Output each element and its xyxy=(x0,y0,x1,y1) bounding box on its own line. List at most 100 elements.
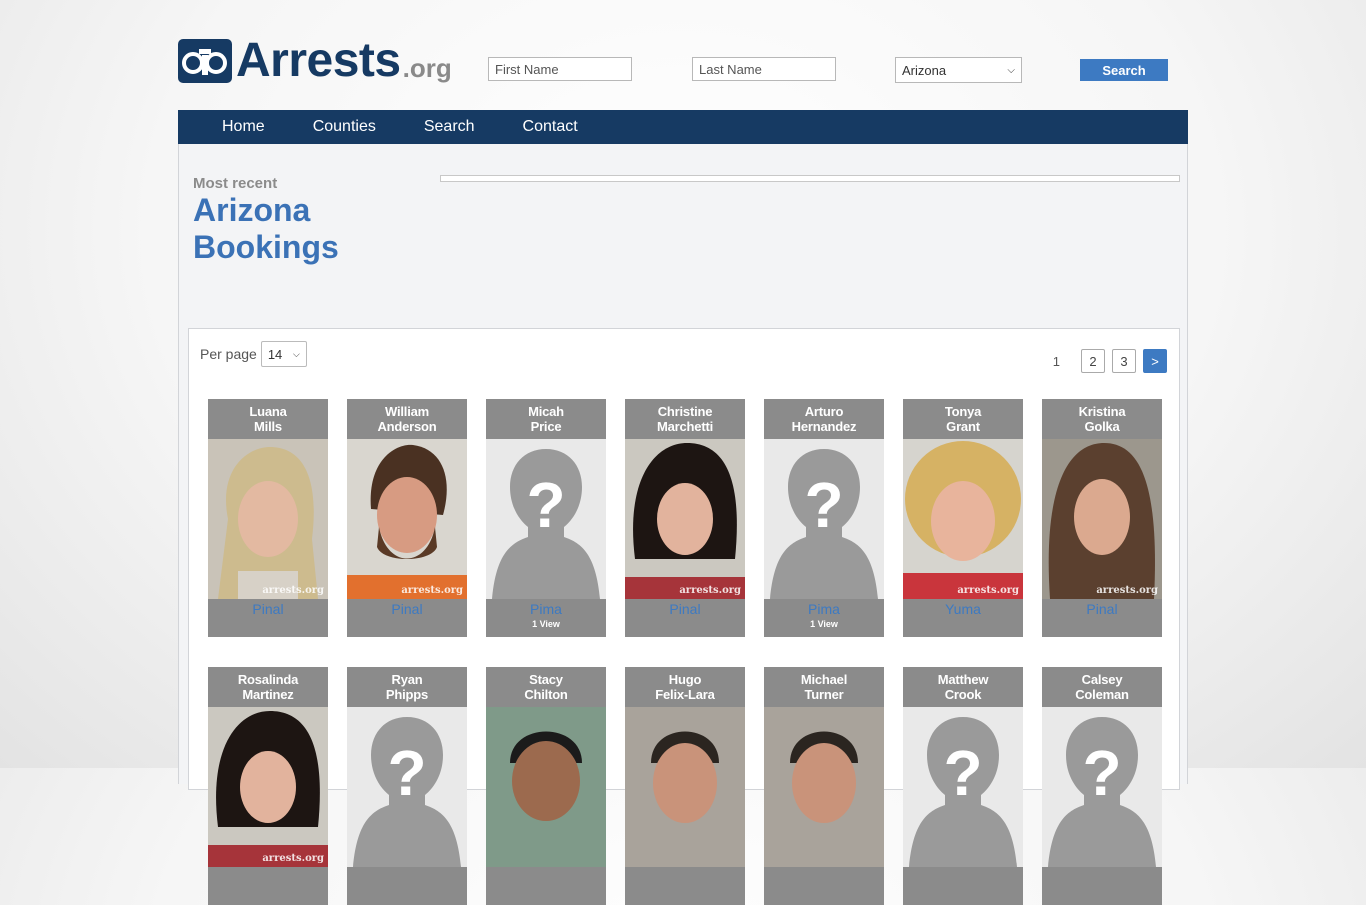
mugshot-card[interactable]: William Anderson arrests.org Pinal xyxy=(347,399,467,637)
mugshot-card[interactable]: Micah Price ? Pima 1 View xyxy=(486,399,606,637)
last-name: Martinez xyxy=(242,687,294,702)
mugshot-card[interactable]: Calsey Coleman ? xyxy=(1042,667,1162,905)
county-link[interactable]: Pinal xyxy=(625,601,745,617)
person-name[interactable]: Micah Price xyxy=(486,399,606,439)
per-page-label: Per page xyxy=(200,346,257,362)
first-name: Micah xyxy=(528,404,564,419)
page-title: Arizona Bookings xyxy=(193,192,339,265)
last-name: Coleman xyxy=(1075,687,1129,702)
nav-counties[interactable]: Counties xyxy=(289,110,400,144)
mugshot-card[interactable]: Christine Marchetti arrests.org Pinal xyxy=(625,399,745,637)
last-name: Chilton xyxy=(524,687,568,702)
nav-search[interactable]: Search xyxy=(400,110,499,144)
mugshot-card[interactable]: Luana Mills arrests.org Pinal xyxy=(208,399,328,637)
first-name: Calsey xyxy=(1081,672,1123,687)
first-name: Kristina xyxy=(1078,404,1126,419)
mugshot-card[interactable]: Kristina Golka arrests.org Pinal xyxy=(1042,399,1162,637)
person-name[interactable]: Tonya Grant xyxy=(903,399,1023,439)
nav-home[interactable]: Home xyxy=(178,110,289,144)
last-name-input[interactable] xyxy=(692,57,836,81)
view-count: 1 View xyxy=(532,619,560,629)
mugshot-photo[interactable]: arrests.org xyxy=(208,439,328,599)
per-page-select[interactable]: 14 ⌵ xyxy=(260,341,307,367)
first-name: Arturo xyxy=(804,404,844,419)
mugshot-card[interactable]: Michael Turner xyxy=(764,667,884,905)
nav-contact[interactable]: Contact xyxy=(499,110,602,144)
person-name[interactable]: Michael Turner xyxy=(764,667,884,707)
search-button[interactable]: Search xyxy=(1080,59,1168,81)
mugshot-photo[interactable]: arrests.org xyxy=(347,439,467,599)
first-name: Tonya xyxy=(944,404,982,419)
person-name[interactable]: Calsey Coleman xyxy=(1042,667,1162,707)
county-link[interactable]: Pinal xyxy=(347,601,467,617)
first-name: Luana xyxy=(249,404,287,419)
svg-text:?: ? xyxy=(526,469,565,541)
person-name[interactable]: Stacy Chilton xyxy=(486,667,606,707)
chevron-down-icon: ⌵ xyxy=(293,348,300,359)
watermark: arrests.org xyxy=(401,585,463,596)
svg-text:?: ? xyxy=(387,737,426,809)
county-link[interactable]: Pima xyxy=(486,601,606,617)
last-name: Grant xyxy=(946,419,980,434)
chevron-down-icon: ⌵ xyxy=(1007,64,1015,76)
person-name[interactable]: Rosalinda Martinez xyxy=(208,667,328,707)
mugshot-photo[interactable] xyxy=(625,707,745,867)
first-name: William xyxy=(385,404,429,419)
mugshot-card[interactable]: Tonya Grant arrests.org Yuma xyxy=(903,399,1023,637)
last-name: Felix-Lara xyxy=(655,687,715,702)
mugshot-photo[interactable]: ? xyxy=(1042,707,1162,867)
last-name: Phipps xyxy=(385,687,429,702)
svg-text:?: ? xyxy=(943,737,982,809)
county-link[interactable]: Pima xyxy=(764,601,884,617)
state-select-value: Arizona xyxy=(902,62,947,78)
mugshot-photo[interactable]: ? xyxy=(903,707,1023,867)
mugshot-photo[interactable] xyxy=(486,707,606,867)
page-3-button[interactable]: 3 xyxy=(1112,349,1136,373)
svg-text:?: ? xyxy=(804,469,843,541)
mugshot-photo[interactable] xyxy=(764,707,884,867)
person-name[interactable]: Arturo Hernandez xyxy=(764,399,884,439)
mugshot-card[interactable]: Stacy Chilton xyxy=(486,667,606,905)
next-page-button[interactable]: > xyxy=(1143,349,1167,373)
mugshot-card[interactable]: Arturo Hernandez ? Pima 1 View xyxy=(764,399,884,637)
mugshot-card[interactable]: Rosalinda Martinez arrests.org xyxy=(208,667,328,905)
mugshot-card[interactable]: Ryan Phipps ? xyxy=(347,667,467,905)
first-name: Matthew xyxy=(937,672,989,687)
ad-bar xyxy=(440,175,1180,182)
mugshot-card[interactable]: Hugo Felix-Lara xyxy=(625,667,745,905)
person-name[interactable]: Hugo Felix-Lara xyxy=(625,667,745,707)
watermark: arrests.org xyxy=(679,585,741,596)
handcuff-logo-icon xyxy=(178,39,232,83)
person-name[interactable]: Luana Mills xyxy=(208,399,328,439)
county-link[interactable]: Pinal xyxy=(1042,601,1162,617)
mugshot-photo[interactable]: arrests.org xyxy=(1042,439,1162,599)
mugshot-card[interactable]: Matthew Crook ? xyxy=(903,667,1023,905)
person-name[interactable]: Ryan Phipps xyxy=(347,667,467,707)
state-select[interactable]: Arizona ⌵ xyxy=(895,57,1022,83)
first-name-input[interactable] xyxy=(488,57,632,81)
last-name: Price xyxy=(530,419,562,434)
person-name[interactable]: Matthew Crook xyxy=(903,667,1023,707)
last-name: Anderson xyxy=(377,419,437,434)
person-name[interactable]: Christine Marchetti xyxy=(625,399,745,439)
watermark: arrests.org xyxy=(957,585,1019,596)
pagination: 1 2 3 > xyxy=(1053,349,1167,373)
mugshot-photo[interactable]: ? xyxy=(486,439,606,599)
county-link[interactable]: Pinal xyxy=(208,601,328,617)
mugshot-photo[interactable]: arrests.org xyxy=(625,439,745,599)
mugshot-photo[interactable]: arrests.org xyxy=(208,707,328,867)
svg-text:?: ? xyxy=(1082,737,1121,809)
person-name[interactable]: William Anderson xyxy=(347,399,467,439)
page-2-button[interactable]: 2 xyxy=(1081,349,1105,373)
mugshot-photo[interactable]: ? xyxy=(764,439,884,599)
county-link[interactable]: Yuma xyxy=(903,601,1023,617)
watermark: arrests.org xyxy=(262,585,324,596)
mugshot-photo[interactable]: ? xyxy=(347,707,467,867)
last-name: Marchetti xyxy=(657,419,713,434)
mugshot-photo[interactable]: arrests.org xyxy=(903,439,1023,599)
watermark: arrests.org xyxy=(1096,585,1158,596)
person-name[interactable]: Kristina Golka xyxy=(1042,399,1162,439)
site-logo[interactable]: Arrests .org xyxy=(178,33,452,85)
last-name: Crook xyxy=(944,687,982,702)
page-current: 1 xyxy=(1052,353,1060,369)
